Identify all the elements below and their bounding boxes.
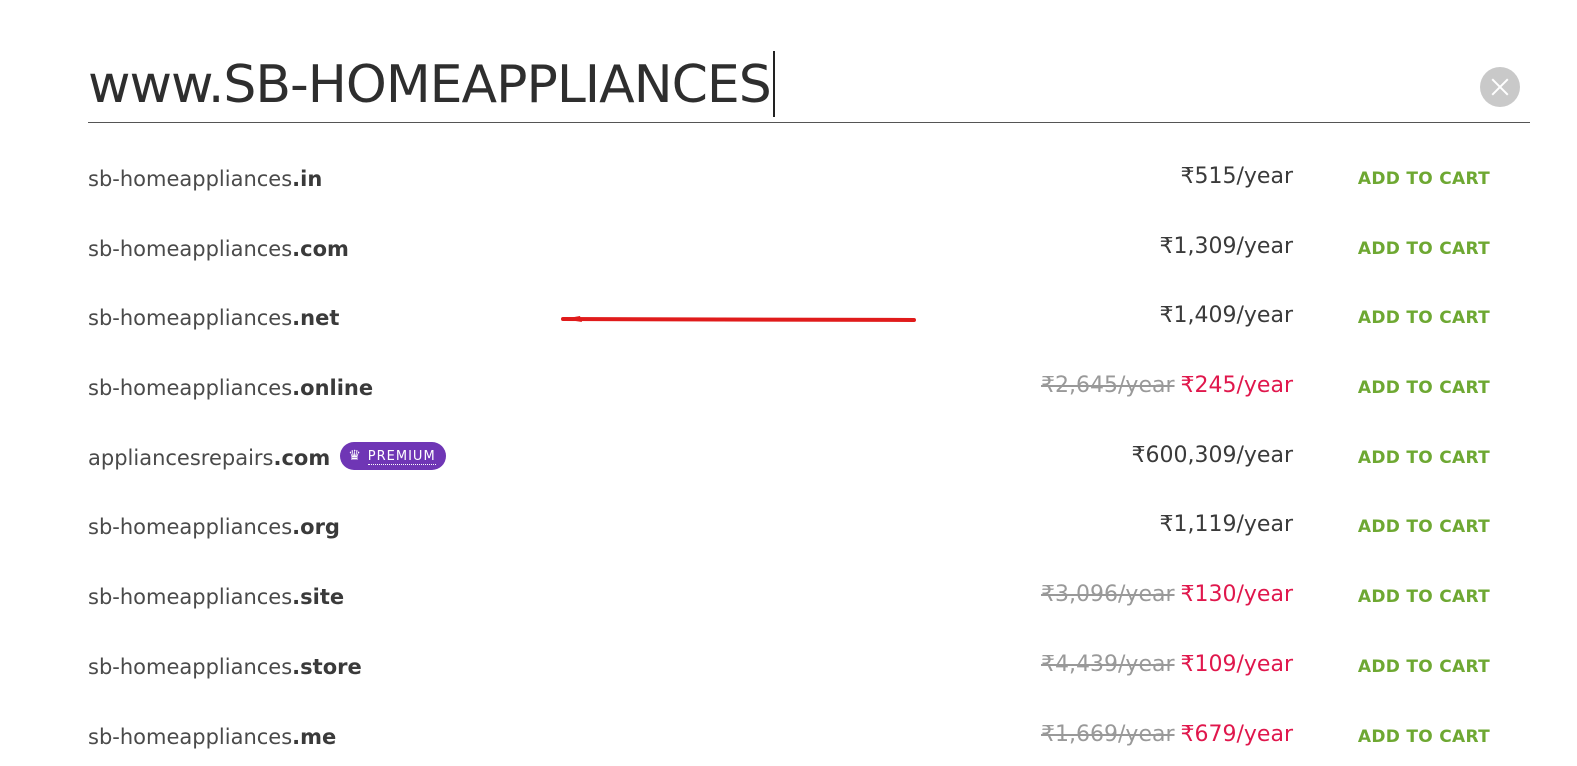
price: ₹3,096/year ₹130/year <box>1041 580 1293 610</box>
domain-result-row: sb-homeappliances.online ₹2,645/year ₹245/… <box>88 353 1490 423</box>
domain-tld: .org <box>292 515 340 540</box>
domain-result-row: sb-homeappliances.in ₹515/year ADD TO CART <box>88 144 1490 214</box>
add-to-cart-button[interactable]: ADD TO CART <box>1358 515 1490 539</box>
original-price: ₹1,669/year <box>1041 721 1175 747</box>
domain-name[interactable]: sb-homeappliances.in <box>88 164 322 194</box>
domain-tld: .com <box>292 236 349 261</box>
sale-price: ₹109/year <box>1180 651 1293 677</box>
domain-name[interactable]: sb-homeappliances.site <box>88 582 344 612</box>
domain-name[interactable]: sb-homeappliances.me <box>88 722 336 752</box>
price: ₹1,309/year <box>1160 232 1293 262</box>
regular-price: ₹1,119/year <box>1159 512 1293 538</box>
domain-result-row: sb-homeappliances.store ₹4,439/year ₹109/y… <box>88 632 1490 702</box>
sale-price: ₹679/year <box>1180 721 1293 747</box>
price: ₹2,645/year ₹245/year <box>1041 371 1293 401</box>
domain-tld: .me <box>292 724 337 749</box>
original-price: ₹4,439/year <box>1041 651 1175 677</box>
regular-price: ₹1,409/year <box>1159 303 1293 329</box>
add-to-cart-button[interactable]: ADD TO CART <box>1358 585 1490 609</box>
domain-base: sb-homeappliances <box>88 654 293 679</box>
regular-price: ₹600,309/year <box>1131 442 1293 468</box>
add-to-cart-button[interactable]: ADD TO CART <box>1358 655 1490 679</box>
price: ₹1,409/year <box>1160 301 1293 331</box>
text-caret <box>772 51 775 117</box>
search-prefix: www. <box>88 55 224 115</box>
regular-price: ₹515/year <box>1180 164 1293 189</box>
add-to-cart-button[interactable]: ADD TO CART <box>1358 446 1490 470</box>
domain-tld: .store <box>292 654 362 679</box>
original-price: ₹2,645/year <box>1041 373 1175 399</box>
domain-base: sb-homeappliances <box>88 236 293 261</box>
price: ₹515/year <box>1181 162 1293 192</box>
domain-result-row: sb-homeappliances.com ₹1,309/year ADD TO C… <box>88 214 1490 284</box>
domain-base: sb-homeappliances <box>88 585 293 610</box>
premium-badge[interactable]: ♛ PREMIUM <box>340 441 446 470</box>
sale-price: ₹130/year <box>1180 582 1293 608</box>
domain-result-row: sb-homeappliances.me ₹1,669/year ₹679/year… <box>88 702 1490 766</box>
domain-name[interactable]: sb-homeappliances.com <box>88 234 349 264</box>
close-icon[interactable] <box>1480 67 1520 107</box>
domain-tld: .site <box>292 585 345 610</box>
price: ₹600,309/year <box>1132 441 1293 471</box>
domain-base: appliancesrepairs <box>88 445 274 470</box>
domain-base: sb-homeappliances <box>88 724 293 749</box>
domain-result-row: sb-homeappliances.site ₹3,096/year ₹130/ye… <box>88 562 1490 632</box>
add-to-cart-button[interactable]: ADD TO CART <box>1358 376 1490 400</box>
domain-base: sb-homeappliances <box>88 376 293 401</box>
domain-base: sb-homeappliances <box>88 306 293 331</box>
red-arrow-annotation <box>561 316 916 322</box>
domain-tld: .in <box>292 167 323 191</box>
add-to-cart-button[interactable]: ADD TO CART <box>1358 725 1490 749</box>
domain-name[interactable]: appliancesrepairs.com ♛ PREMIUM <box>88 441 446 473</box>
price: ₹1,119/year <box>1160 510 1293 540</box>
add-to-cart-button[interactable]: ADD TO CART <box>1358 237 1490 261</box>
domain-results-list: sb-homeappliances.in ₹515/year ADD TO CART… <box>88 144 1490 766</box>
add-to-cart-button[interactable]: ADD TO CART <box>1358 306 1490 330</box>
search-value[interactable]: SB-HOMEAPPLIANCES <box>223 55 771 115</box>
premium-label: PREMIUM <box>367 448 436 465</box>
original-price: ₹3,096/year <box>1041 582 1175 608</box>
crown-icon: ♛ <box>348 447 362 464</box>
domain-tld: .online <box>292 376 374 401</box>
price: ₹4,439/year ₹109/year <box>1041 650 1293 680</box>
price: ₹1,669/year ₹679/year <box>1041 720 1293 750</box>
domain-name[interactable]: sb-homeappliances.org <box>88 512 340 542</box>
domain-search-bar[interactable]: www.SB-HOMEAPPLIANCES <box>88 40 1530 123</box>
add-to-cart-button[interactable]: ADD TO CART <box>1358 167 1490 191</box>
domain-name[interactable]: sb-homeappliances.net <box>88 303 339 333</box>
search-input[interactable]: www.SB-HOMEAPPLIANCES <box>88 51 775 121</box>
domain-tld: .net <box>292 306 340 331</box>
domain-tld: .com <box>273 445 331 470</box>
domain-base: sb-homeappliances <box>88 167 293 191</box>
domain-name[interactable]: sb-homeappliances.online <box>88 373 373 403</box>
domain-search-page: www.SB-HOMEAPPLIANCES sb-homeappliances.… <box>0 0 1577 766</box>
domain-result-row: sb-homeappliances.org ₹1,119/year ADD TO C… <box>88 492 1490 562</box>
domain-base: sb-homeappliances <box>88 515 293 540</box>
sale-price: ₹245/year <box>1180 373 1293 399</box>
regular-price: ₹1,309/year <box>1159 233 1293 259</box>
domain-name[interactable]: sb-homeappliances.store <box>88 652 362 682</box>
domain-result-row: appliancesrepairs.com ♛ PREMIUM ₹600,309/ye… <box>88 423 1490 493</box>
